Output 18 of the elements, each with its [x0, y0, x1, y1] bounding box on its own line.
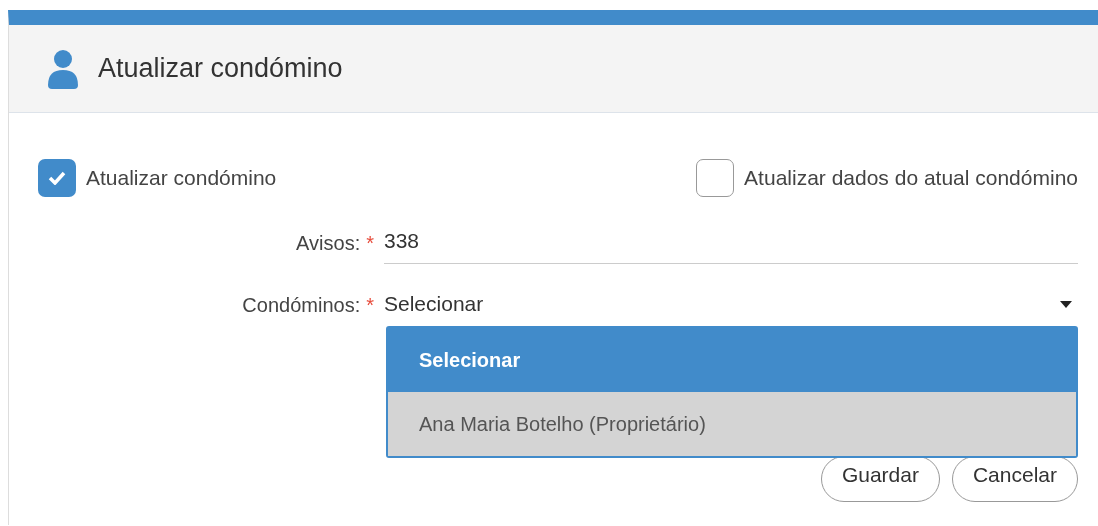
cancel-button[interactable]: Cancelar	[951, 456, 1078, 502]
dropdown-option[interactable]: Ana Maria Botelho (Proprietário)	[388, 392, 1076, 456]
field-label: Avisos:	[296, 232, 361, 255]
caret-icon	[1060, 300, 1072, 308]
checkbox-label: Atualizar condómino	[86, 166, 277, 190]
save-button[interactable]: Guardar	[820, 456, 940, 502]
required-mark: *	[366, 293, 374, 317]
checkbox-label: Atualizar dados do atual condómino	[744, 166, 1078, 190]
checkbox[interactable]	[38, 159, 76, 197]
dropdown-option[interactable]: Selecionar	[388, 328, 1076, 392]
panel-title: Atualizar condómino	[98, 53, 343, 84]
required-mark: *	[366, 232, 374, 255]
field-label: Condóminos:	[242, 293, 361, 317]
select-field[interactable]: Selecionar	[384, 288, 1078, 322]
check-icon	[48, 171, 66, 185]
input-field[interactable]: 338	[384, 223, 1078, 264]
user-icon	[46, 48, 80, 89]
checkbox[interactable]	[696, 159, 735, 197]
